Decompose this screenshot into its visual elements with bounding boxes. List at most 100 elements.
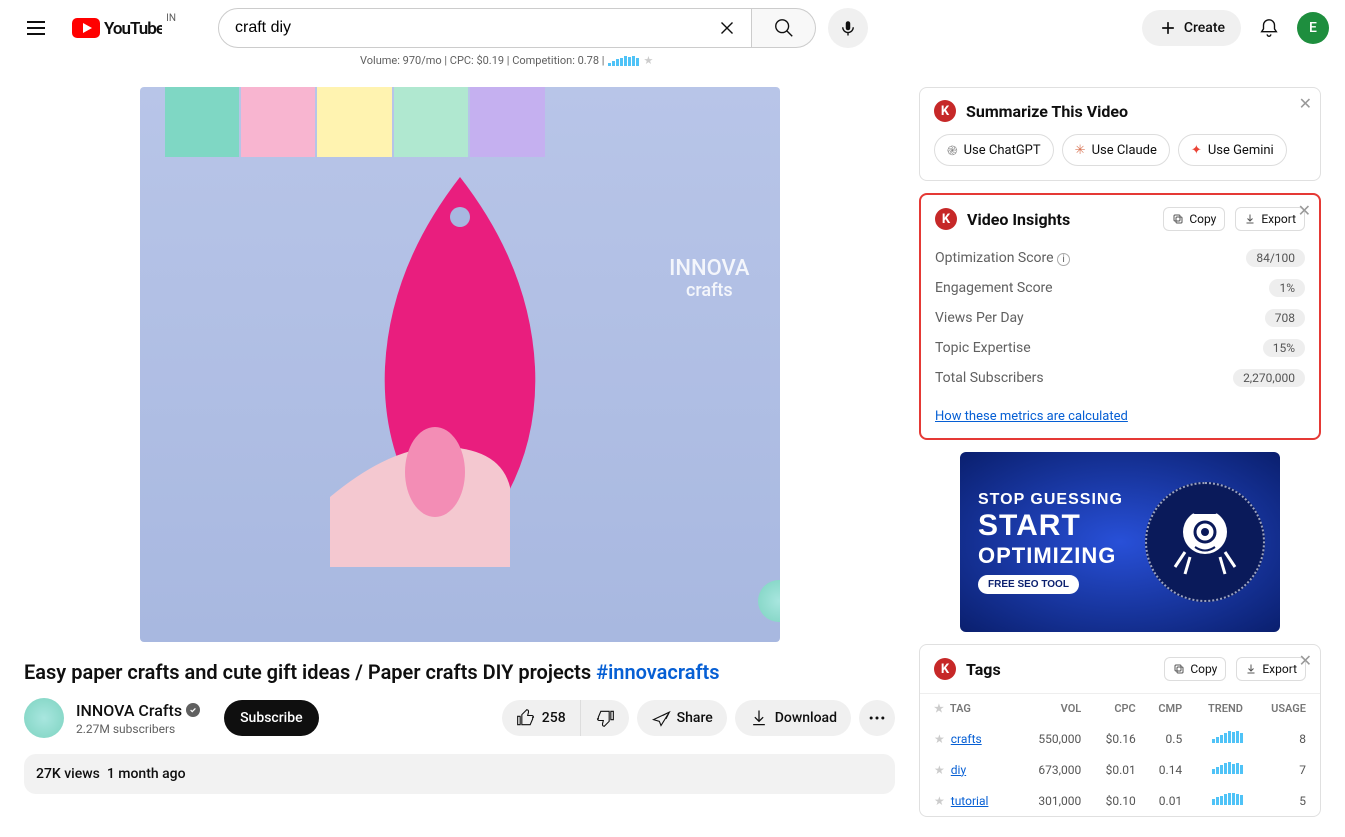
hamburger-menu[interactable]: [16, 8, 56, 48]
ad-mascot-icon: [1145, 482, 1265, 602]
star-icon[interactable]: ★: [934, 732, 945, 746]
star-icon[interactable]: ★: [934, 702, 944, 715]
tags-table: ★TAG VOL CPC CMP TREND USAGE ★crafts 550…: [920, 693, 1320, 816]
search-button[interactable]: [752, 8, 816, 48]
channel-name[interactable]: INNOVA Crafts: [76, 701, 200, 720]
table-row: ★diy 673,000 $0.01 0.14 7: [920, 754, 1320, 785]
summarize-options: ֎Use ChatGPT ✳Use Claude ✦Use Gemini: [920, 134, 1320, 180]
export-button[interactable]: Export: [1236, 657, 1306, 681]
download-button[interactable]: Download: [735, 700, 851, 736]
metric-row: Optimization Score i84/100: [935, 243, 1305, 273]
subscriber-count: 2.27M subscribers: [76, 722, 200, 736]
menu-icon: [24, 16, 48, 40]
chatgpt-icon: ֎: [947, 141, 958, 159]
more-horiz-icon: [867, 708, 887, 728]
video-player[interactable]: INNOVA crafts: [140, 87, 780, 642]
star-icon[interactable]: ★: [934, 794, 945, 808]
video-title: Easy paper crafts and cute gift ideas / …: [24, 658, 895, 686]
claude-icon: ✳: [1075, 143, 1086, 158]
star-icon[interactable]: ★: [934, 763, 945, 777]
subscribe-button[interactable]: Subscribe: [224, 700, 319, 736]
main-column: INNOVA crafts Easy paper crafts and cute…: [24, 87, 895, 817]
tag-link[interactable]: diy: [951, 763, 966, 777]
thumb-down-icon: [595, 708, 615, 728]
panel-close-button[interactable]: ✕: [1298, 201, 1311, 220]
info-icon[interactable]: i: [1057, 253, 1070, 266]
seo-stats-bar: Volume: 970/mo | CPC: $0.19 | Competitio…: [360, 54, 1345, 67]
copy-button[interactable]: Copy: [1164, 657, 1226, 681]
thumb-up-icon: [516, 708, 536, 728]
search-input-wrap: [218, 8, 752, 48]
table-header-row: ★TAG VOL CPC CMP TREND USAGE: [920, 694, 1320, 724]
like-button[interactable]: 258: [502, 700, 581, 736]
clear-search-button[interactable]: [707, 8, 747, 48]
download-icon: [1245, 663, 1257, 675]
create-label: Create: [1184, 20, 1225, 36]
channel-avatar[interactable]: [24, 698, 64, 738]
panel-title: Summarize This Video: [966, 102, 1306, 121]
header-right: Create E: [1142, 8, 1329, 48]
account-avatar[interactable]: E: [1297, 12, 1329, 44]
video-description[interactable]: 27K views 1 month ago: [24, 754, 895, 794]
metric-row: Engagement Score1%: [935, 273, 1305, 303]
bell-icon: [1258, 17, 1280, 39]
panel-title: Tags: [966, 660, 1154, 679]
use-chatgpt-button[interactable]: ֎Use ChatGPT: [934, 134, 1054, 166]
more-actions-button[interactable]: [859, 700, 895, 736]
download-icon: [749, 708, 769, 728]
panel-header: K Tags Copy Export: [920, 645, 1320, 693]
video-insights-panel: ✕ K Video Insights Copy Export Optimizat…: [919, 193, 1321, 440]
panel-close-button[interactable]: ✕: [1299, 94, 1312, 113]
extension-badge-icon: K: [935, 208, 957, 230]
export-button[interactable]: Export: [1235, 207, 1305, 231]
youtube-logo[interactable]: YouTube IN: [72, 18, 162, 38]
use-claude-button[interactable]: ✳Use Claude: [1062, 134, 1170, 166]
mic-icon: [839, 19, 857, 37]
logo-icon: YouTube: [72, 18, 162, 38]
search-container: [218, 8, 868, 48]
metrics-help-link[interactable]: How these metrics are calculated: [921, 405, 1142, 438]
masthead: YouTube IN Create E: [0, 0, 1345, 56]
copy-icon: [1172, 213, 1184, 225]
col-tag: ★TAG: [920, 694, 1016, 724]
channel-info: INNOVA Crafts 2.27M subscribers: [76, 701, 200, 736]
video-watermark: INNOVA crafts: [669, 257, 749, 301]
dislike-button[interactable]: [581, 700, 629, 736]
star-icon: ★: [643, 54, 653, 67]
extension-badge-icon: K: [934, 658, 956, 680]
panel-header: K Summarize This Video: [920, 88, 1320, 134]
copy-button[interactable]: Copy: [1163, 207, 1225, 231]
metric-row: Total Subscribers2,270,000: [935, 363, 1305, 393]
plus-icon: [1158, 18, 1178, 38]
video-actions: 258 Share Download: [502, 700, 895, 736]
metric-row: Views Per Day708: [935, 303, 1305, 333]
seo-stats-text: Volume: 970/mo | CPC: $0.19 | Competitio…: [360, 54, 604, 67]
notifications-button[interactable]: [1249, 8, 1289, 48]
content: INNOVA crafts Easy paper crafts and cute…: [0, 67, 1345, 837]
download-icon: [1244, 213, 1256, 225]
hashtag-link[interactable]: #innovacrafts: [596, 660, 719, 684]
share-button[interactable]: Share: [637, 700, 727, 736]
ad-banner[interactable]: STOP GUESSING START OPTIMIZING FREE SEO …: [960, 452, 1280, 632]
sidebar: ✕ K Summarize This Video ֎Use ChatGPT ✳U…: [919, 87, 1321, 817]
voice-search-button[interactable]: [828, 8, 868, 48]
emoji-overlay: [758, 580, 780, 622]
tag-link[interactable]: crafts: [951, 732, 982, 746]
seo-trend-icon: [608, 56, 639, 66]
panel-close-button[interactable]: ✕: [1299, 651, 1312, 670]
svg-text:YouTube: YouTube: [104, 19, 162, 38]
search-form: [218, 8, 816, 48]
tag-link[interactable]: tutorial: [951, 794, 989, 808]
gemini-icon: ✦: [1191, 143, 1202, 158]
panel-header: K Video Insights Copy Export: [921, 195, 1319, 243]
use-gemini-button[interactable]: ✦Use Gemini: [1178, 134, 1287, 166]
share-icon: [651, 708, 671, 728]
create-button[interactable]: Create: [1142, 10, 1241, 46]
ad-text: STOP GUESSING START OPTIMIZING FREE SEO …: [960, 491, 1123, 594]
search-input[interactable]: [235, 19, 707, 37]
country-code: IN: [166, 13, 176, 24]
desc-age: 1 month ago: [107, 766, 186, 782]
trend-icon: [1212, 762, 1243, 774]
video-background-props: [165, 87, 545, 157]
copy-icon: [1173, 663, 1185, 675]
